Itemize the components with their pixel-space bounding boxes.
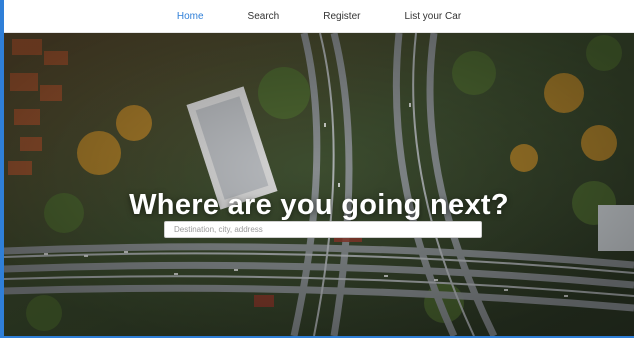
hero-background-image	[4, 33, 634, 336]
hero-headline: Where are you going next?	[129, 189, 509, 222]
nav-search-link[interactable]: Search	[248, 11, 280, 22]
hero-section: Where are you going next?	[4, 33, 634, 336]
nav-list-car-link[interactable]: List your Car	[404, 11, 461, 22]
nav-home-link[interactable]: Home	[177, 11, 204, 22]
nav-register-link[interactable]: Register	[323, 11, 360, 22]
destination-search-input[interactable]	[164, 221, 482, 238]
top-nav: Home Search Register List your Car	[4, 0, 634, 33]
